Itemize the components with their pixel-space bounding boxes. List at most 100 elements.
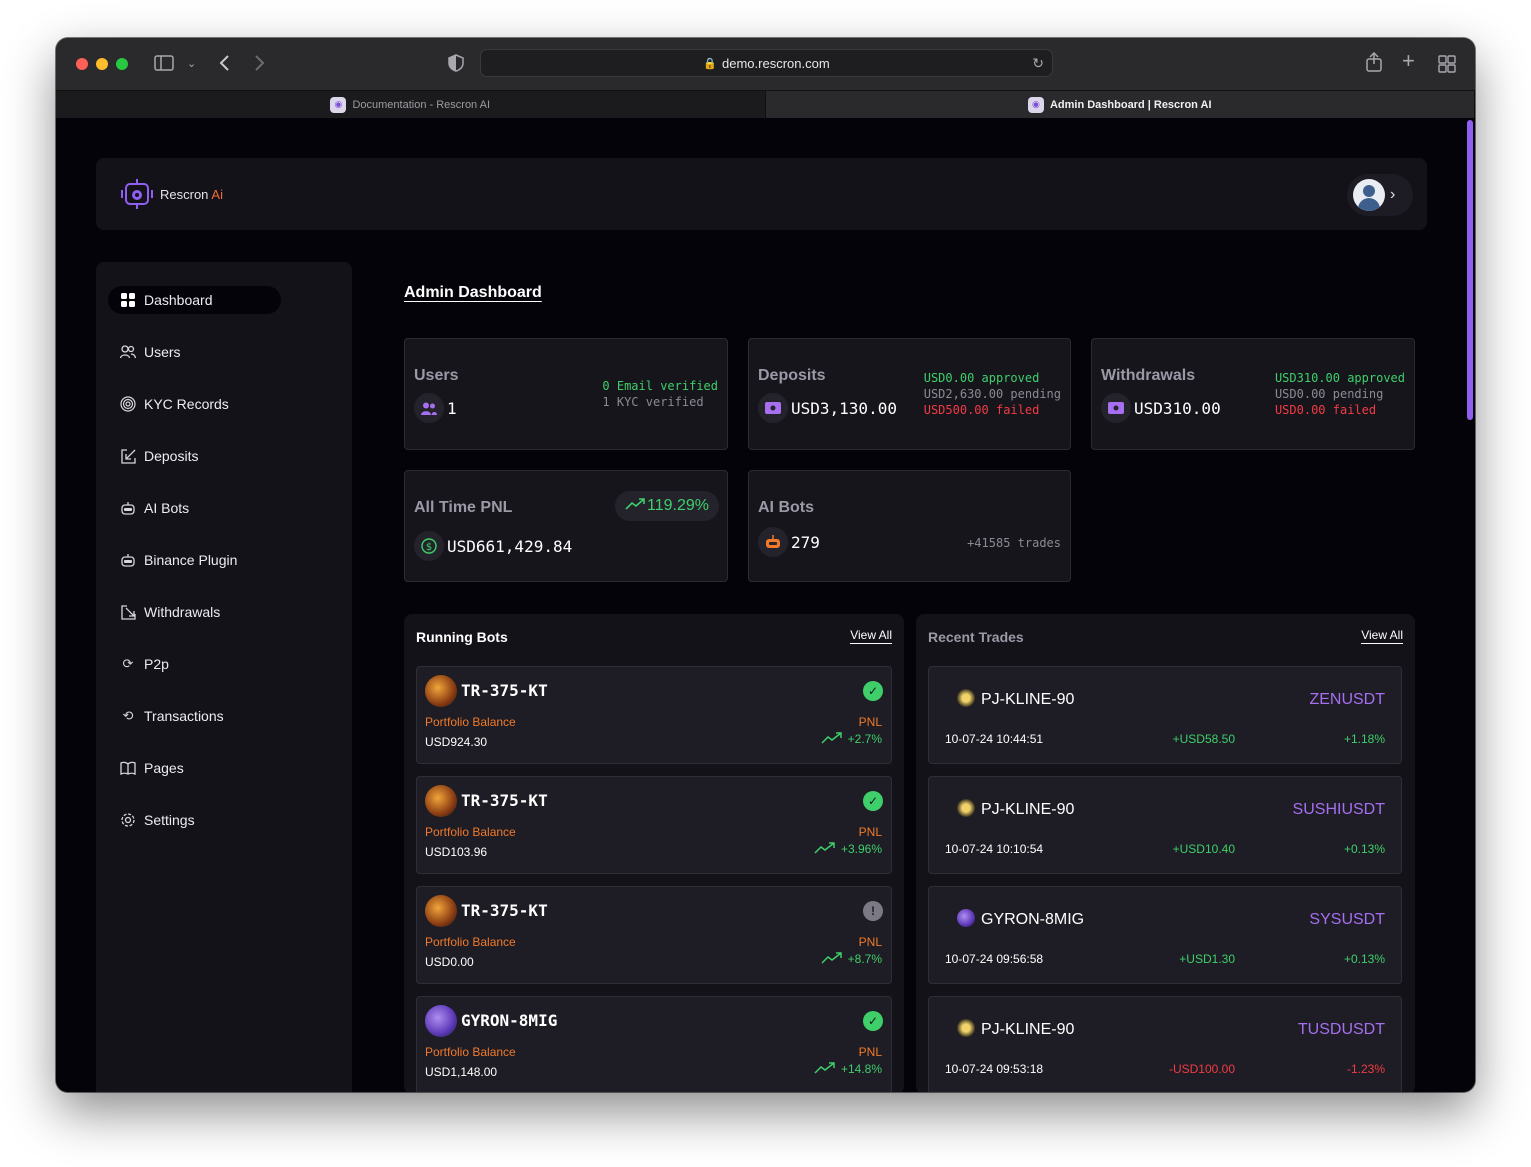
forward-arrow-icon[interactable] [254,54,266,75]
shield-icon[interactable] [448,54,464,75]
sidebar-item-label: Withdrawals [144,604,221,620]
sidebar-item-binance-plugin[interactable]: Binance Plugin [108,546,281,574]
bot-name: TR-375-KT [461,681,548,700]
money-icon [1101,393,1131,423]
sidebar-item-deposits[interactable]: Deposits [108,442,281,470]
sidebar-item-label: Pages [144,760,184,776]
alert-badge-icon: ! [863,901,883,921]
users-card: Users 1 0 Email verified 1 KYC verified [404,338,728,450]
pnl-change-badge: 119.29% [615,491,719,521]
portfolio-label: Portfolio Balance [425,935,516,949]
bot-pnl-value: +14.8% [840,1062,882,1076]
kyc-verified-count: 1 KYC verified [602,395,704,409]
lock-icon: 🔒 [703,57,718,70]
bot-name: GYRON-8MIG [461,1011,558,1030]
trade-bot-name: PJ-KLINE-90 [981,801,1075,818]
trade-card[interactable]: GYRON-8MIG SYSUSDT 10-07-24 09:56:58 +US… [928,886,1402,984]
tab-overview-icon[interactable] [1438,55,1456,76]
sidebar-toggle-icon[interactable] [154,55,174,74]
browser-titlebar: ⌄ 🔒 demo.rescron.com ↻ + [56,38,1475,90]
trade-amount: -USD100.00 [1168,1062,1235,1076]
sidebar-item-users[interactable]: Users [108,338,281,366]
brand-name: Rescron [160,186,209,202]
bot-card[interactable]: TR-375-KT ✓ Portfolio Balance USD103.96 … [416,776,892,874]
withdrawals-approved: USD310.00 approved [1274,371,1405,385]
trade-card[interactable]: PJ-KLINE-90 TUSDUSDT 10-07-24 09:53:18 -… [928,996,1402,1092]
reload-icon[interactable]: ↻ [1032,55,1044,72]
svg-text:$: $ [426,542,432,553]
deposit-icon [120,448,136,464]
share-icon[interactable] [1365,51,1383,75]
pnl-card: All Time PNL 119.29% $ USD661,429.84 [404,470,728,582]
sidebar-item-label: Users [144,344,181,360]
bot-card[interactable]: TR-375-KT ! Portfolio Balance USD0.00 PN… [416,886,892,984]
pnl-change: 119.29% [647,497,709,514]
sidebar-item-label: Dashboard [144,292,213,308]
trade-amount: +USD1.30 [1179,952,1235,966]
sidebar-item-transactions[interactable]: ⟲ Transactions [108,702,281,730]
fingerprint-icon [120,396,136,412]
bot-balance: USD1,148.00 [425,1065,498,1079]
trade-percent: +0.13% [1343,842,1385,856]
close-window-button[interactable] [76,58,88,70]
trending-up-icon [821,951,843,967]
trade-symbol: TUSDUSDT [1297,1021,1385,1038]
sidebar-item-kyc-records[interactable]: KYC Records [108,390,281,418]
withdrawals-failed: USD0.00 failed [1274,403,1377,417]
trade-card[interactable]: PJ-KLINE-90 SUSHIUSDT 10-07-24 10:10:54 … [928,776,1402,874]
maximize-window-button[interactable] [116,58,128,70]
sidebar-item-withdrawals[interactable]: Withdrawals [108,598,281,626]
sidebar-item-dashboard[interactable]: Dashboard [108,286,281,314]
pnl-label: PNL [858,715,882,729]
sidebar-item-label: Deposits [144,448,199,464]
card-value: USD3,130.00 [791,398,897,418]
sidebar-item-ai-bots[interactable]: AI Bots [108,494,281,522]
tab-admin-dashboard[interactable]: ◉ Admin Dashboard | Rescron AI [765,91,1475,118]
deposits-card: Deposits USD3,130.00 USD0.00 approved US… [748,338,1071,450]
trade-card[interactable]: PJ-KLINE-90 ZENUSDT 10-07-24 10:44:51 +U… [928,666,1402,764]
check-badge-icon: ✓ [863,1011,883,1031]
book-icon [120,760,136,776]
bot-pnl: +3.96% [814,841,882,857]
sidebar-item-p2p[interactable]: ⟳ P2p [108,650,281,678]
user-menu-button[interactable]: › [1347,174,1413,216]
scrollbar-thumb[interactable] [1467,120,1473,420]
chevron-down-icon[interactable]: ⌄ [187,56,196,73]
page-title[interactable]: Admin Dashboard [404,284,542,302]
card-label: All Time PNL [414,499,513,516]
sidebar-item-pages[interactable]: Pages [108,754,281,782]
bot-avatar [425,1005,457,1037]
url-text: demo.rescron.com [722,55,830,71]
bot-avatar [425,785,457,817]
chevron-right-icon: › [1390,186,1396,203]
sidebar-item-label: Binance Plugin [144,552,238,568]
sidebar-item-settings[interactable]: Settings [108,806,281,834]
trade-bot-name: PJ-KLINE-90 [981,1021,1075,1038]
brand-suffix: Ai [211,186,223,202]
bot-avatar [425,675,457,707]
running-bots-panel: Running Bots View All TR-375-KT ✓ Portfo… [404,614,904,1092]
view-all-bots-link[interactable]: View All [850,628,892,644]
portfolio-label: Portfolio Balance [425,715,516,729]
bot-pnl-value: +3.96% [840,842,882,856]
trade-percent: +0.13% [1343,952,1385,966]
portfolio-label: Portfolio Balance [425,825,516,839]
view-all-trades-link[interactable]: View All [1361,628,1403,644]
trade-symbol: ZENUSDT [1309,691,1385,708]
new-tab-icon[interactable]: + [1402,50,1415,72]
dollar-icon: $ [414,531,444,561]
panel-title: Recent Trades [928,629,1024,645]
top-header: Rescron Ai › [96,158,1427,230]
bot-card[interactable]: TR-375-KT ✓ Portfolio Balance USD924.30 … [416,666,892,764]
trade-amount: +USD58.50 [1172,732,1235,746]
brand-logo[interactable]: Rescron Ai [120,178,223,210]
bot-card[interactable]: GYRON-8MIG ✓ Portfolio Balance USD1,148.… [416,996,892,1092]
tab-documentation[interactable]: ◉ Documentation - Rescron AI [56,91,766,118]
minimize-window-button[interactable] [96,58,108,70]
robot-logo-icon [121,179,153,209]
card-label: Withdrawals [1101,367,1196,384]
trending-up-icon [814,841,836,857]
address-bar[interactable]: 🔒 demo.rescron.com ↻ [480,49,1053,77]
robot-icon [120,500,136,516]
back-arrow-icon[interactable] [218,54,230,75]
